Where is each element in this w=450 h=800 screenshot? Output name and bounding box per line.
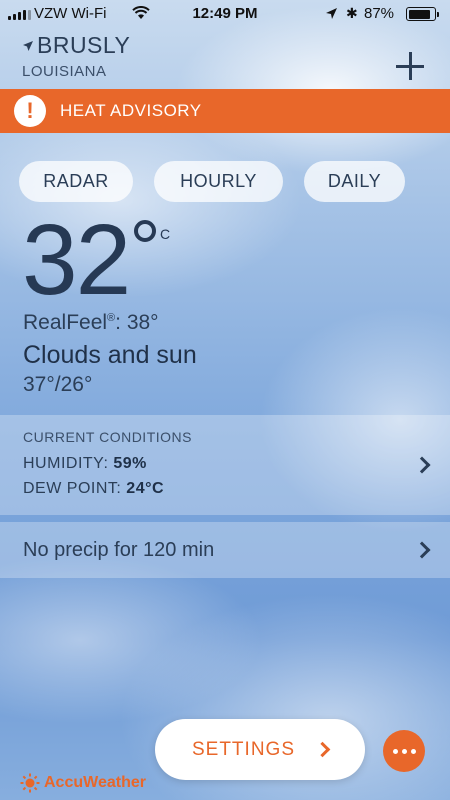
humidity-row: HUMIDITY: 59% (23, 455, 147, 473)
realfeel: RealFeel®: 38° (23, 311, 159, 335)
tab-radar[interactable]: RADAR (19, 161, 133, 202)
dew-point-row: DEW POINT: 24°C (23, 480, 164, 498)
realfeel-value: : 38° (115, 311, 159, 334)
accuweather-sun-icon (20, 773, 40, 793)
heat-advisory-banner[interactable]: ! HEAT ADVISORY (0, 89, 450, 133)
dew-point-label: DEW POINT: (23, 480, 122, 497)
city-name: BRUSLY (37, 32, 131, 58)
current-conditions-title: CURRENT CONDITIONS (23, 429, 192, 445)
battery-icon (406, 7, 439, 21)
temperature-unit: C (160, 226, 171, 242)
status-bar: VZW Wi-Fi 12:49 PM ✱ 87% (0, 0, 450, 30)
state-name: LOUISIANA (22, 63, 107, 80)
location-arrow-icon (326, 8, 337, 19)
settings-button[interactable]: SETTINGS (155, 719, 365, 780)
chevron-right-icon (413, 456, 431, 474)
settings-label: SETTINGS (191, 738, 295, 760)
current-conditions-panel[interactable]: CURRENT CONDITIONS HUMIDITY: 59% DEW POI… (0, 415, 450, 515)
battery-percent: 87% (364, 5, 395, 22)
dew-point-value: 24°C (126, 480, 165, 497)
brand-name: AccuWeather (44, 774, 146, 791)
chevron-right-icon (413, 541, 431, 559)
more-button[interactable] (383, 730, 425, 772)
condition-text: Clouds and sun (23, 341, 197, 369)
realfeel-label: RealFeel (23, 311, 108, 334)
humidity-value: 59% (113, 455, 147, 472)
precip-text: No precip for 120 min (23, 539, 215, 561)
add-location-button[interactable] (394, 50, 426, 82)
location-header[interactable]: BRUSLY LOUISIANA (22, 32, 130, 80)
bluetooth-icon: ✱ (346, 5, 358, 21)
advisory-text: HEAT ADVISORY (60, 101, 202, 120)
degree-symbol (134, 220, 156, 242)
tab-daily[interactable]: DAILY (304, 161, 405, 202)
chevron-right-icon (314, 741, 331, 758)
tab-hourly[interactable]: HOURLY (154, 161, 283, 202)
alert-icon: ! (14, 95, 46, 127)
location-arrow-icon (23, 40, 33, 51)
precipitation-panel[interactable]: No precip for 120 min (0, 522, 450, 578)
realfeel-mark: ® (107, 312, 116, 324)
current-temperature: 32 (22, 204, 131, 316)
humidity-label: HUMIDITY: (23, 455, 109, 472)
more-icon (392, 748, 398, 754)
accuweather-logo: AccuWeather (20, 773, 146, 793)
hi-lo-temperature: 37°/26° (23, 373, 93, 396)
